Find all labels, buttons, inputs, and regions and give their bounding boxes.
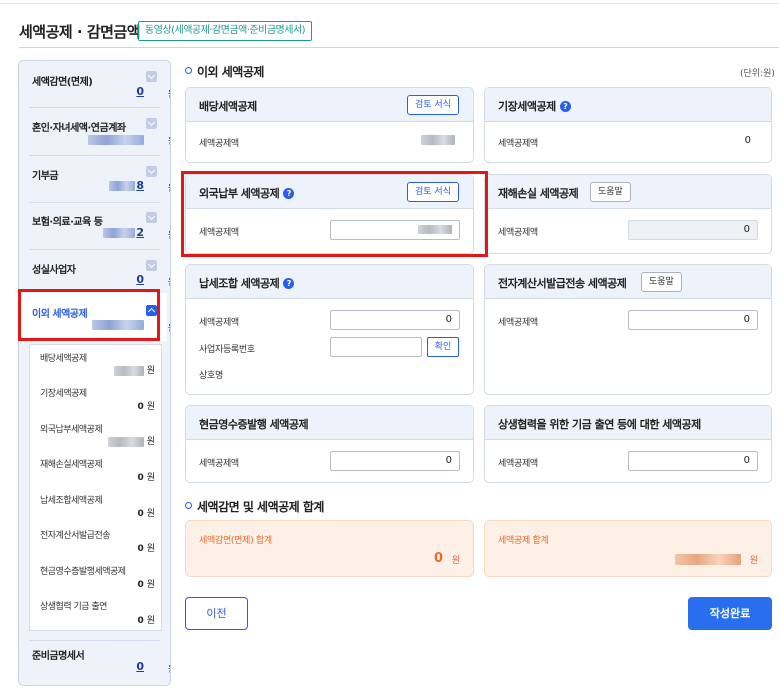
cashreceipt-credit-input[interactable]: 0 (330, 451, 460, 471)
masked-value (109, 181, 136, 191)
section-title-totals: 세액감면 및 세액공제 합계 (185, 498, 324, 515)
card-title: 현금영수증발행 세액공제 (199, 418, 309, 431)
chevron-down-icon[interactable] (146, 260, 157, 271)
title-divider (19, 47, 779, 48)
sidebar-item-value: 0 (136, 660, 144, 673)
top-divider (0, 0, 779, 4)
highlight-box-sidebar (18, 289, 160, 341)
field-label: 세액공제액 (498, 318, 538, 328)
total-unit: 원 (451, 556, 460, 566)
einvoice-credit-input[interactable]: 0 (628, 310, 758, 330)
sidebar-item-unit: 원 (168, 87, 170, 100)
unit-note: (단위:원) (740, 69, 775, 79)
sidebar-item-value (88, 133, 144, 146)
chevron-down-icon[interactable] (146, 212, 157, 223)
video-guide-button[interactable]: 동영상(세액공제·감면금액·준비금명세서) (138, 21, 313, 41)
field-label: 세액공제액 (199, 318, 239, 328)
field-label: 세액공제액 (498, 459, 538, 469)
sidebar-divider (29, 202, 160, 203)
disaster-credit-input: 0 (628, 220, 758, 240)
sidebar-item-unit: 원 (168, 181, 170, 194)
sidebar-divider (29, 107, 160, 108)
card-title: 재해손실 세액공제 (498, 187, 579, 200)
help-button[interactable]: 도움말 (590, 182, 631, 202)
page-title: 세액공제 · 감면금액 (19, 23, 141, 41)
prev-button[interactable]: 이전 (185, 597, 248, 630)
total-credit-label: 세액공제 합계 (498, 536, 549, 546)
masked-value (103, 228, 136, 238)
field-label: 세액공제액 (498, 139, 538, 149)
cooperation-credit-input[interactable]: 0 (628, 451, 758, 471)
bizno-label: 사업자등록번호 (199, 345, 255, 355)
sidebar-item-label: 성실사업자 (32, 265, 76, 276)
sidebar-item-label: 보험·의료·교육 등 (32, 217, 103, 228)
bookkeeping-value: 0 (744, 135, 751, 146)
card-cashreceipt: 현금영수증발행 세액공제 세액공제액 0 (185, 405, 474, 483)
sidebar-divider (29, 640, 160, 641)
total-credit-card: 세액공제 합계 원 (484, 520, 772, 577)
field-label: 세액공제액 (199, 459, 239, 469)
confirm-button[interactable]: 확인 (427, 337, 459, 357)
sidebar-item-unit: 원 (168, 662, 170, 675)
card-title: 전자계산서발급전송 세액공제 (498, 277, 627, 290)
card-disaster: 재해손실 세액공제 도움말 세액공제액 0 (484, 174, 772, 254)
review-form-button[interactable]: 검토 서식 (407, 95, 459, 115)
field-label: 세액공제액 (498, 228, 538, 238)
card-title: 납세조합 세액공제? (199, 275, 295, 291)
card-title: 기장세액공제? (498, 98, 571, 114)
chevron-down-icon[interactable] (146, 118, 157, 129)
field-label: 세액공제액 (199, 139, 239, 149)
card-title: 배당세액공제 (199, 100, 257, 113)
chevron-down-icon[interactable] (146, 71, 157, 82)
sidebar-item-label: 기부금 (32, 171, 59, 182)
company-label: 상호명 (199, 371, 223, 381)
section-title-other-credit: 이외 세액공제 (185, 63, 264, 80)
sidebar-item-value: 0 (136, 85, 144, 98)
sidebar-item-label: 세액감면(면제) (32, 77, 93, 88)
sidebar-item-value: 8 (109, 179, 144, 192)
card-title: 상생협력을 위한 기금 출연 등에 대한 세액공제 (498, 418, 701, 431)
sidebar-item-unit: 원 (168, 321, 170, 334)
bizno-input[interactable] (330, 337, 422, 357)
total-credit-value (675, 552, 741, 567)
sidebar-item-label: 혼인·자녀세액·연금계좌 (32, 123, 126, 134)
chevron-down-icon[interactable] (146, 166, 157, 177)
card-einvoice: 전자계산서발급전송 세액공제 도움말 세액공제액 0 (484, 264, 772, 395)
card-cooperation: 상생협력을 위한 기금 출연 등에 대한 세액공제 세액공제액 0 (484, 405, 772, 483)
total-reduction-value: 0 (433, 551, 443, 566)
masked-value (113, 365, 144, 376)
card-dividend: 배당세액공제 검토 서식 세액공제액 (185, 87, 474, 163)
sidebar-item-unit: 원 (168, 228, 170, 241)
dividend-value (421, 135, 455, 146)
card-union: 납세조합 세액공제? 세액공제액 0 사업자등록번호 확인 상호명 (185, 264, 474, 395)
sidebar: 세액감면(면제) 0 원 혼인·자녀세액·연금계좌 원 기부금 8 원 보험·의… (18, 60, 171, 686)
total-reduction-label: 세액감면(면제) 합계 (199, 536, 272, 546)
other-credit-subpanel: 배당세액공제 원 기장세액공제 0원 외국납부세액공제 원 재해손실세액공제 0… (29, 344, 162, 631)
sidebar-item-label: 준비금명세서 (32, 651, 85, 662)
sidebar-item-unit: 원 (168, 275, 170, 288)
card-bookkeeping: 기장세액공제? 세액공제액 0 (484, 87, 772, 163)
masked-value (107, 436, 144, 447)
union-credit-input[interactable]: 0 (330, 310, 460, 330)
sidebar-divider (29, 249, 160, 250)
sidebar-item-value: 2 (103, 226, 144, 239)
sidebar-item-unit: 원 (168, 134, 170, 147)
highlight-box-foreign-credit (181, 171, 488, 257)
masked-value (88, 135, 144, 145)
sidebar-item-value: 0 (136, 273, 144, 286)
sidebar-divider (29, 155, 160, 156)
total-unit: 원 (749, 556, 758, 566)
total-reduction-card: 세액감면(면제) 합계 0 원 (185, 520, 474, 577)
help-button[interactable]: 도움말 (641, 272, 682, 292)
help-icon[interactable]: ? (559, 101, 571, 112)
help-icon[interactable]: ? (283, 278, 295, 289)
complete-button[interactable]: 작성완료 (688, 597, 772, 630)
